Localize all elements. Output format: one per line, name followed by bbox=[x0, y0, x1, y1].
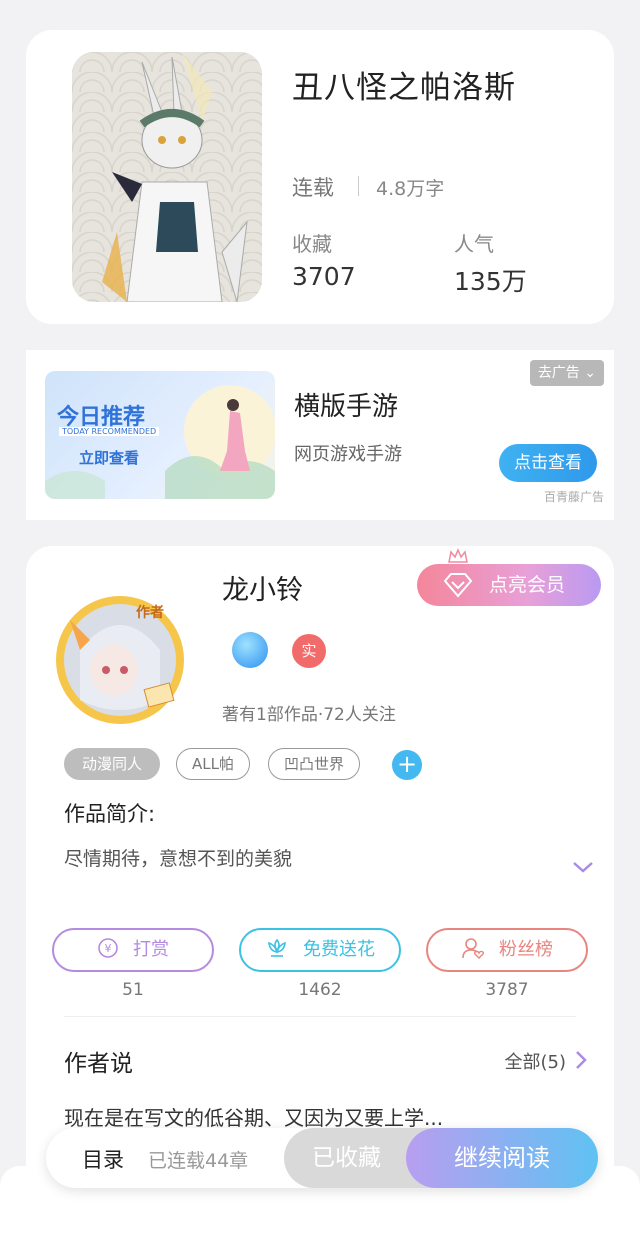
flower-icon bbox=[268, 938, 286, 957]
intro-label: 作品简介: bbox=[64, 802, 156, 826]
tag-item[interactable]: 动漫同人 bbox=[64, 748, 160, 780]
popularity-value: 135万 bbox=[454, 267, 527, 296]
ad-source-label: 百青藤广告 bbox=[543, 490, 604, 504]
avatar-image bbox=[56, 596, 184, 724]
svg-text:¥: ¥ bbox=[105, 942, 112, 955]
author-name: 龙小铃 bbox=[222, 575, 303, 606]
ad-card[interactable]: 今日推荐 TODAY RECOMMENDED 立即查看 横版手游 网页游戏手游 … bbox=[26, 350, 614, 520]
chapter-count[interactable]: 已连载44章 bbox=[148, 1146, 248, 1173]
ad-banner-subtitle: TODAY RECOMMENDED bbox=[59, 427, 160, 436]
ad-title: 横版手游 bbox=[294, 392, 399, 422]
expand-chevron-icon[interactable] bbox=[572, 860, 594, 874]
add-tag-button[interactable]: + bbox=[392, 750, 422, 780]
send-flower-label: 免费送花 bbox=[303, 939, 375, 960]
cover-illustration bbox=[72, 52, 262, 302]
remove-ad-label: 去广告 bbox=[537, 365, 580, 381]
tip-button[interactable]: ¥ 打赏 bbox=[52, 928, 214, 972]
avatar-author-badge: 作者 bbox=[136, 605, 164, 621]
serial-status: 连载 bbox=[292, 176, 334, 200]
favorites-value: 3707 bbox=[292, 262, 356, 291]
yuan-icon: ¥ bbox=[98, 938, 118, 958]
continue-reading-button[interactable]: 继续阅读 bbox=[406, 1128, 598, 1188]
user-heart-icon bbox=[462, 938, 485, 959]
section-divider bbox=[64, 1016, 576, 1017]
tag-item[interactable]: ALL帕 bbox=[176, 748, 250, 780]
activate-vip-button[interactable]: 点亮会员 bbox=[417, 548, 601, 606]
crown-icon bbox=[448, 548, 468, 563]
send-flower-button[interactable]: 免费送花 bbox=[239, 928, 401, 972]
fan-ranking-label: 粉丝榜 bbox=[499, 939, 553, 960]
author-avatar[interactable]: 作者 bbox=[50, 590, 190, 730]
fan-ranking-button[interactable]: 粉丝榜 bbox=[426, 928, 588, 972]
favorites-label: 收藏 bbox=[292, 232, 332, 256]
ad-subtitle: 网页游戏手游 bbox=[294, 444, 402, 465]
status-divider bbox=[358, 176, 359, 196]
ad-banner-image[interactable]: 今日推荐 TODAY RECOMMENDED 立即查看 bbox=[45, 371, 275, 499]
chevron-down-icon: ⌄ bbox=[584, 365, 596, 381]
ad-banner-button: 立即查看 bbox=[79, 449, 140, 467]
verified-badge[interactable]: 实 bbox=[292, 634, 326, 668]
author-meta: 著有1部作品·72人关注 bbox=[222, 705, 396, 725]
chevron-right-icon[interactable] bbox=[574, 1050, 588, 1070]
bottom-action-bar: 目录 已连载44章 已收藏 继续阅读 bbox=[46, 1128, 598, 1188]
popularity-label: 人气 bbox=[454, 232, 494, 256]
remove-ad-button[interactable]: 去广告 ⌄ bbox=[529, 360, 604, 386]
book-title: 丑八怪之帕洛斯 bbox=[292, 70, 516, 106]
flower-count: 1462 bbox=[298, 980, 342, 1000]
book-info-card: 丑八怪之帕洛斯 连载 4.8万字 收藏 3707 人气 135万 bbox=[26, 30, 614, 324]
diamond-icon bbox=[443, 573, 473, 598]
tip-count: 51 bbox=[122, 980, 144, 1000]
book-cover[interactable] bbox=[72, 52, 262, 302]
word-count: 4.8万字 bbox=[376, 178, 445, 200]
tag-item[interactable]: 凹凸世界 bbox=[268, 748, 360, 780]
intro-text: 尽情期待，意想不到的美貌 bbox=[64, 848, 293, 870]
author-says-text[interactable]: 现在是在写文的低谷期、又因为又要上学... bbox=[64, 1102, 443, 1131]
table-of-contents-button[interactable]: 目录 bbox=[82, 1144, 124, 1174]
author-says-all-link[interactable]: 全部(5) bbox=[505, 1048, 567, 1074]
ad-view-button[interactable]: 点击查看 bbox=[499, 444, 597, 482]
author-says-label: 作者说 bbox=[64, 1051, 133, 1077]
vip-button-label: 点亮会员 bbox=[489, 574, 566, 596]
fan-count: 3787 bbox=[485, 980, 529, 1000]
tip-label: 打赏 bbox=[133, 939, 169, 960]
level-badge-icon[interactable] bbox=[232, 632, 268, 668]
